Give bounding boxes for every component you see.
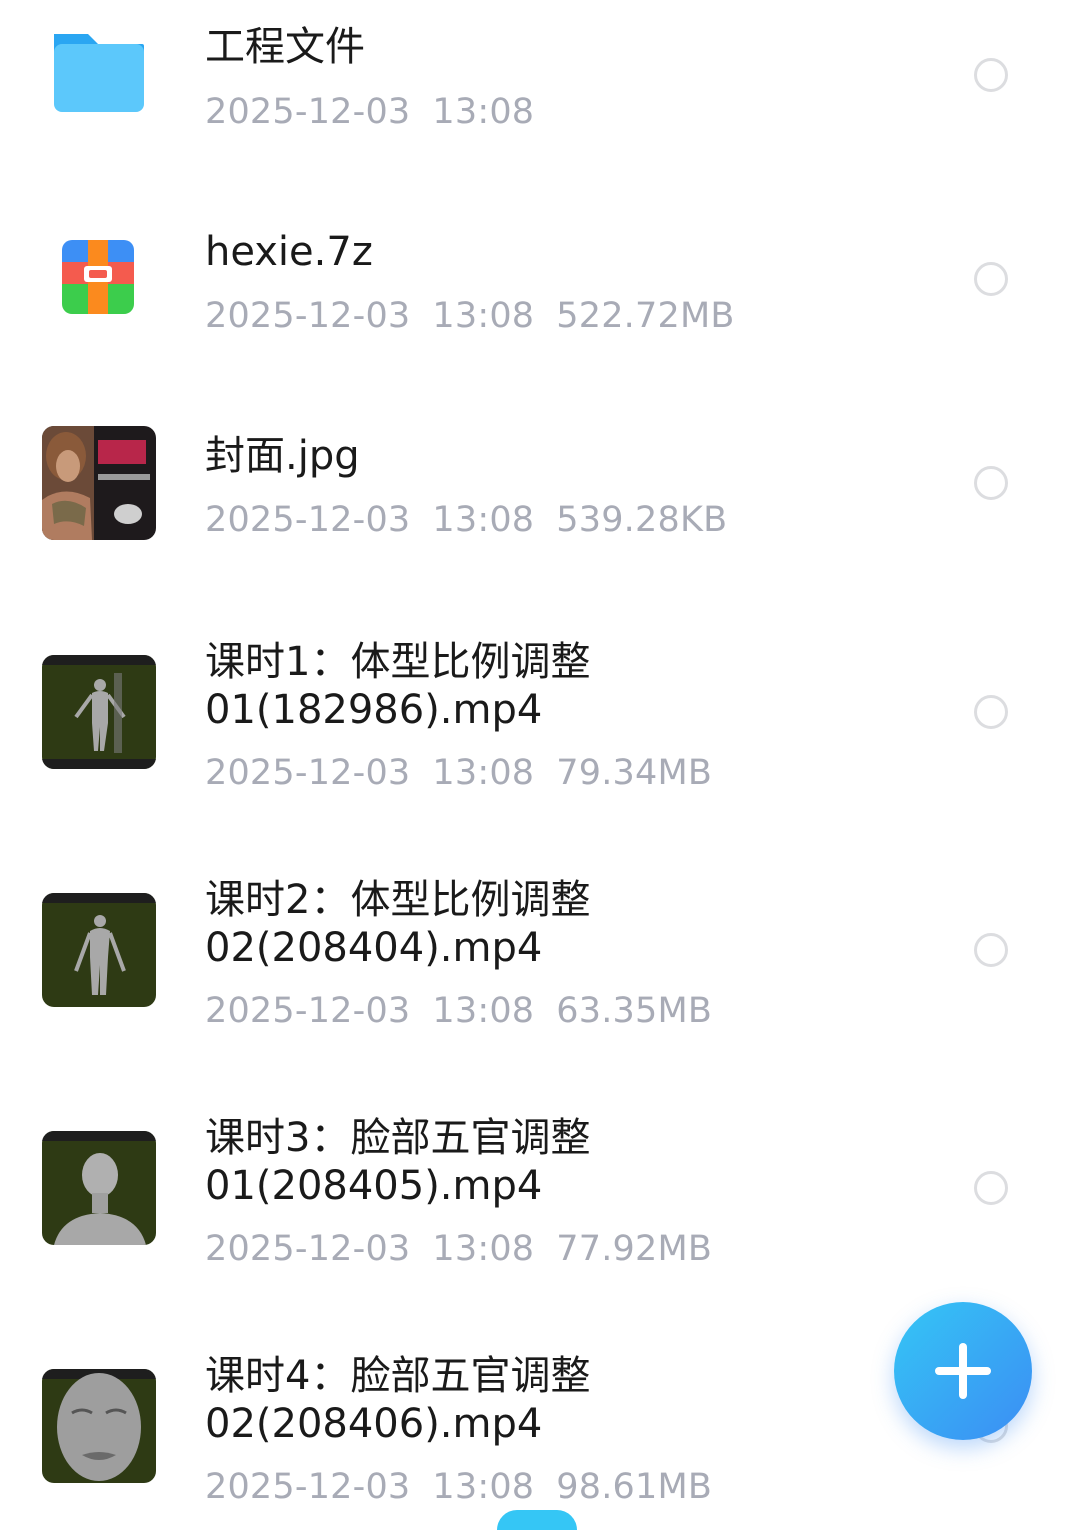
- file-size: 539.28KB: [556, 500, 728, 540]
- video-thumbnail: [42, 1369, 156, 1483]
- file-name: hexie.7z: [205, 229, 373, 275]
- file-date: 2025-12-03: [205, 753, 411, 793]
- list-item[interactable]: 工程文件 2025-12-03 13:08: [0, 0, 1074, 160]
- file-meta: 2025-12-03 13:08 63.35MB: [205, 986, 734, 1036]
- list-item[interactable]: 课时1：体型比例调整 01(182986).mp4 2025-12-03 13:0…: [0, 630, 1074, 810]
- file-time: 13:08: [432, 500, 535, 540]
- file-name-line-2: 01(182986).mp4: [205, 687, 543, 733]
- file-size: 77.92MB: [556, 1229, 713, 1269]
- file-name-line-2: 01(208405).mp4: [205, 1163, 543, 1209]
- list-item[interactable]: hexie.7z 2025-12-03 13:08 522.72MB: [0, 200, 1074, 360]
- select-radio[interactable]: [974, 695, 1008, 729]
- file-time: 13:08: [432, 1229, 535, 1269]
- file-date: 2025-12-03: [205, 92, 411, 132]
- file-size: 79.34MB: [556, 753, 713, 793]
- select-radio[interactable]: [974, 466, 1008, 500]
- select-radio[interactable]: [974, 933, 1008, 967]
- list-item[interactable]: 封面.jpg 2025-12-03 13:08 539.28KB: [0, 404, 1074, 564]
- list-item[interactable]: 课时2：体型比例调整 02(208404).mp4 2025-12-03 13:0…: [0, 868, 1074, 1048]
- file-size: 522.72MB: [556, 296, 735, 336]
- video-thumbnail: [42, 893, 156, 1007]
- file-meta: 2025-12-03 13:08 522.72MB: [205, 291, 757, 341]
- file-time: 13:08: [432, 991, 535, 1031]
- select-radio[interactable]: [974, 58, 1008, 92]
- plus-icon-stroke: [959, 1343, 967, 1399]
- file-date: 2025-12-03: [205, 1229, 411, 1269]
- add-button[interactable]: [894, 1302, 1032, 1440]
- select-radio[interactable]: [974, 1171, 1008, 1205]
- video-thumbnail: [42, 1131, 156, 1245]
- list-item[interactable]: 课时3：脸部五官调整 01(208405).mp4 2025-12-03 13:0…: [0, 1106, 1074, 1286]
- file-meta: 2025-12-03 13:08 77.92MB: [205, 1224, 734, 1274]
- file-name-line-2: 02(208404).mp4: [205, 925, 543, 971]
- file-time: 13:08: [432, 1467, 535, 1507]
- folder-icon: [42, 22, 156, 118]
- file-date: 2025-12-03: [205, 296, 411, 336]
- video-thumbnail: [42, 655, 156, 769]
- file-date: 2025-12-03: [205, 1467, 411, 1507]
- file-size: 98.61MB: [556, 1467, 713, 1507]
- file-time: 13:08: [432, 92, 535, 132]
- file-meta: 2025-12-03 13:08 539.28KB: [205, 495, 749, 545]
- file-date: 2025-12-03: [205, 991, 411, 1031]
- file-time: 13:08: [432, 296, 535, 336]
- file-name: 工程文件: [205, 24, 365, 70]
- file-meta: 2025-12-03 13:08: [205, 87, 556, 137]
- file-date: 2025-12-03: [205, 500, 411, 540]
- archive-icon: [62, 240, 134, 314]
- bottom-action-peek[interactable]: [497, 1510, 577, 1530]
- select-radio[interactable]: [974, 262, 1008, 296]
- file-size: 63.35MB: [556, 991, 713, 1031]
- file-name-line-2: 02(208406).mp4: [205, 1401, 543, 1447]
- file-name: 封面.jpg: [205, 433, 360, 479]
- file-meta: 2025-12-03 13:08 79.34MB: [205, 748, 734, 798]
- file-time: 13:08: [432, 753, 535, 793]
- file-meta: 2025-12-03 13:08 98.61MB: [205, 1462, 734, 1512]
- image-thumbnail: [42, 426, 156, 540]
